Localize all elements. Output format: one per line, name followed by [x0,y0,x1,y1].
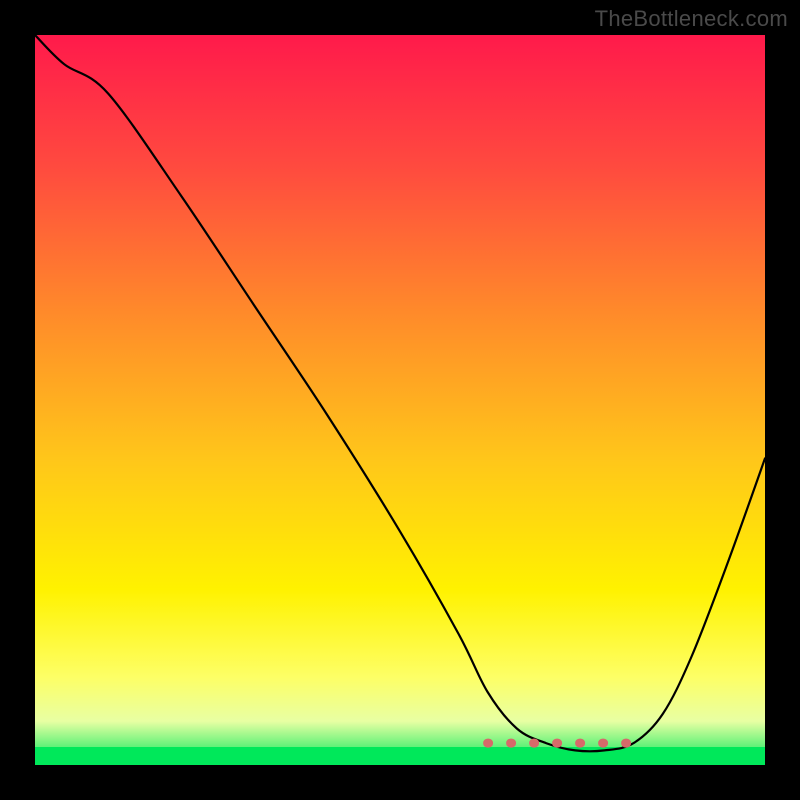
watermark-text: TheBottleneck.com [595,6,788,32]
chart-plot-area [35,35,765,765]
bottleneck-curve [35,35,765,765]
